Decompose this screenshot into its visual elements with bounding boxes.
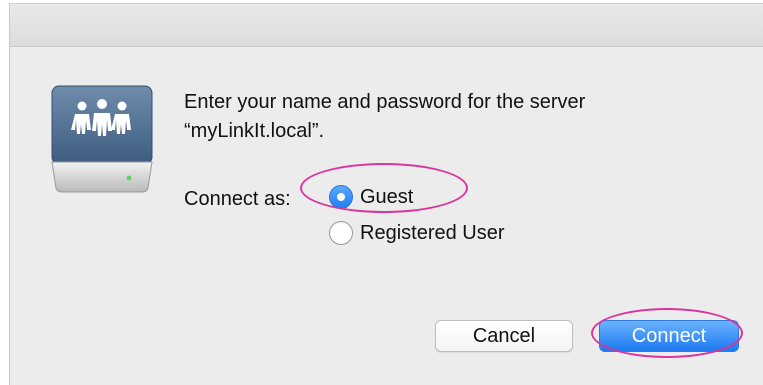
radio-selected-dot [337,193,345,201]
guest-radio-label[interactable]: Guest [360,184,413,210]
connect-dialog: Enter your name and password for the ser… [9,3,763,385]
message-line-1: Enter your name and password for the ser… [184,91,586,113]
registered-user-radio-label[interactable]: Registered User [360,220,505,246]
shared-server-drive-icon [50,84,154,196]
dialog-titlebar [10,4,763,47]
dialog-message: Enter your name and password for the ser… [184,88,724,146]
cancel-button[interactable]: Cancel [435,320,573,352]
connect-button[interactable]: Connect [599,320,739,352]
registered-user-radio-button[interactable] [329,221,353,245]
radio-option-guest[interactable]: Guest [329,184,413,210]
message-line-2: “myLinkIt.local”. [184,120,325,142]
guest-radio-button[interactable] [329,185,353,209]
radio-option-registered-user[interactable]: Registered User [329,220,505,246]
connect-as-label: Connect as: [184,188,291,210]
